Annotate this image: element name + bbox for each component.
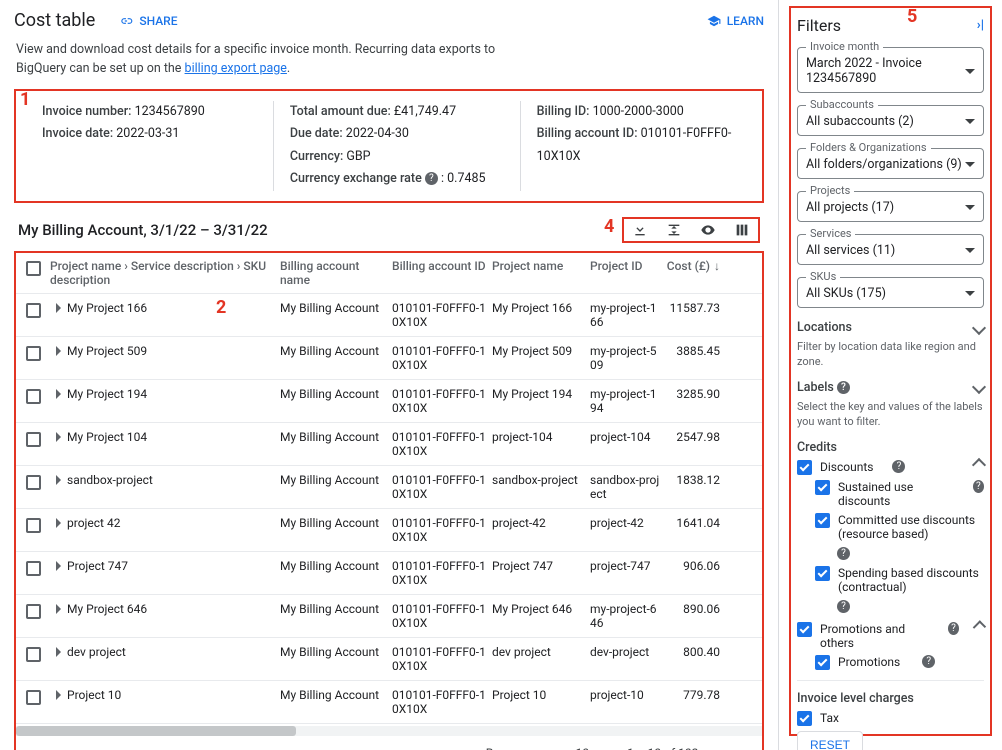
expand-row-icon[interactable] (56, 346, 61, 356)
link-icon (119, 14, 133, 28)
promo-others-checkbox[interactable] (797, 622, 812, 637)
row-checkbox[interactable] (26, 604, 41, 619)
select-all-checkbox[interactable] (26, 261, 41, 276)
credits-section: Credits (797, 440, 837, 455)
chevron-down-icon (965, 205, 975, 210)
labels-section[interactable]: Labels (797, 380, 834, 395)
page-title: Cost table (14, 10, 95, 31)
sort-desc-icon: ↓ (714, 259, 720, 273)
download-icon[interactable] (632, 222, 648, 238)
horizontal-scrollbar[interactable] (16, 726, 762, 736)
table-row[interactable]: My Project 166My Billing Account010101-F… (16, 294, 762, 337)
promotions-checkbox[interactable] (815, 655, 830, 670)
subaccounts-select[interactable]: Subaccounts All subaccounts (2) (797, 105, 984, 136)
expand-row-icon[interactable] (56, 475, 61, 485)
chevron-down-icon (965, 69, 975, 74)
locations-section[interactable]: Locations (797, 320, 852, 335)
row-checkbox[interactable] (26, 303, 41, 318)
help-icon[interactable]: ? (892, 460, 905, 473)
collapse-panel-icon[interactable]: ›| (977, 18, 984, 33)
table-row[interactable]: My Project 509My Billing Account010101-F… (16, 337, 762, 380)
projects-select[interactable]: Projects All projects (17) (797, 191, 984, 222)
services-select[interactable]: Services All services (11) (797, 234, 984, 265)
expand-row-icon[interactable] (56, 561, 61, 571)
expand-row-icon[interactable] (56, 303, 61, 313)
annotation-1: 1 (20, 89, 30, 110)
discounts-checkbox[interactable] (797, 460, 812, 475)
help-icon[interactable]: ? (837, 381, 850, 394)
invoice-month-select[interactable]: Invoice month March 2022 - Invoice 12345… (797, 47, 984, 93)
row-checkbox[interactable] (26, 647, 41, 662)
row-checkbox[interactable] (26, 518, 41, 533)
table-row[interactable]: dev projectMy Billing Account010101-F0FF… (16, 638, 762, 681)
table-row[interactable]: My Project 104My Billing Account010101-F… (16, 423, 762, 466)
skus-select[interactable]: SKUs All SKUs (175) (797, 277, 984, 308)
expand-row-icon[interactable] (56, 432, 61, 442)
help-icon[interactable]: ? (973, 480, 984, 493)
reset-button[interactable]: RESET (797, 731, 863, 750)
prev-page-button[interactable]: ‹ (720, 744, 725, 750)
chevron-up-icon[interactable] (972, 457, 986, 471)
table-row[interactable]: My Project 646My Billing Account010101-F… (16, 595, 762, 638)
table-row[interactable]: sandbox-projectMy Billing Account010101-… (16, 466, 762, 509)
chevron-down-icon (965, 119, 975, 124)
expand-row-icon[interactable] (56, 647, 61, 657)
chevron-down-icon[interactable] (972, 320, 986, 334)
annotation-5: 5 (907, 6, 917, 27)
cud-checkbox[interactable] (815, 513, 830, 528)
invoice-summary-card: 1 Invoice number: 1234567890 Invoice dat… (14, 89, 764, 203)
filters-panel: 5 Filters ›| Invoice month March 2022 - … (789, 6, 992, 736)
rows-per-page-select[interactable]: 10 (576, 746, 606, 750)
table-pager: Rows per page: 10 1 – 10 of 102 ‹ › (16, 736, 762, 750)
learn-button[interactable]: LEARN (707, 14, 764, 28)
chevron-down-icon (965, 162, 975, 167)
billing-export-link[interactable]: billing export page (185, 61, 287, 76)
visibility-icon[interactable] (700, 222, 716, 238)
sbd-checkbox[interactable] (815, 566, 830, 581)
help-icon[interactable]: ? (837, 547, 850, 560)
row-checkbox[interactable] (26, 346, 41, 361)
row-checkbox[interactable] (26, 690, 41, 705)
table-row[interactable]: project 42My Billing Account010101-F0FFF… (16, 509, 762, 552)
row-checkbox[interactable] (26, 561, 41, 576)
tax-checkbox[interactable] (797, 711, 812, 726)
table-row[interactable]: My Project 194My Billing Account010101-F… (16, 380, 762, 423)
chevron-down-icon (965, 248, 975, 253)
filters-title: Filters (797, 16, 841, 35)
help-icon[interactable]: ? (425, 172, 438, 185)
columns-icon[interactable] (734, 222, 750, 238)
table-header-row: Project name › Service description › SKU… (16, 253, 762, 294)
collapse-rows-icon[interactable] (666, 222, 682, 238)
page-description: View and download cost details for a spe… (8, 41, 770, 89)
row-checkbox[interactable] (26, 475, 41, 490)
invoice-charges-section: Invoice level charges (797, 691, 914, 706)
help-icon[interactable]: ? (922, 655, 935, 668)
chevron-down-icon[interactable] (972, 380, 986, 394)
share-button[interactable]: SHARE (119, 14, 177, 28)
row-checkbox[interactable] (26, 389, 41, 404)
account-range-title: My Billing Account, 3/1/22 – 3/31/22 (18, 221, 268, 239)
help-icon[interactable]: ? (948, 622, 959, 635)
table-row[interactable]: Project 10My Billing Account010101-F0FFF… (16, 681, 762, 724)
annotation-2: 2 (216, 297, 226, 318)
cost-table: 2 Project name › Service description › S… (14, 251, 764, 750)
next-page-button[interactable]: › (747, 744, 752, 750)
expand-row-icon[interactable] (56, 518, 61, 528)
annotation-4: 4 (604, 216, 614, 237)
help-icon[interactable]: ? (837, 600, 850, 613)
table-toolbar: 4 (622, 217, 760, 243)
expand-row-icon[interactable] (56, 604, 61, 614)
table-row[interactable]: Project 747My Billing Account010101-F0FF… (16, 552, 762, 595)
sud-checkbox[interactable] (815, 480, 830, 495)
expand-row-icon[interactable] (56, 389, 61, 399)
folders-select[interactable]: Folders & Organizations All folders/orga… (797, 148, 984, 179)
expand-row-icon[interactable] (56, 690, 61, 700)
chevron-down-icon (965, 291, 975, 296)
learn-icon (707, 14, 721, 28)
chevron-up-icon[interactable] (973, 620, 986, 633)
row-checkbox[interactable] (26, 432, 41, 447)
